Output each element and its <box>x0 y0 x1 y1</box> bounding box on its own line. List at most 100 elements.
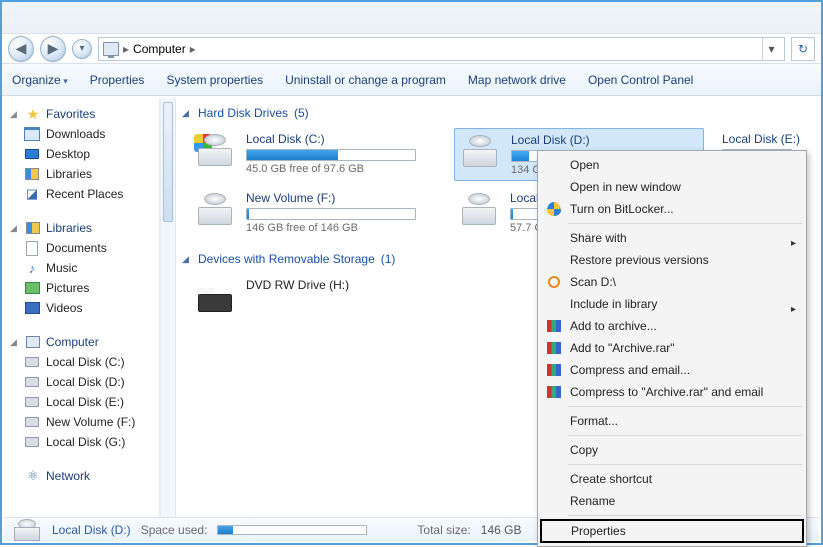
drive-name: DVD RW Drive (H:) <box>246 278 349 292</box>
computer-icon <box>25 334 41 350</box>
scan-icon <box>546 274 562 290</box>
libraries-icon <box>24 166 40 182</box>
refresh-button[interactable]: ↻ <box>791 37 815 61</box>
usage-bar <box>246 149 416 161</box>
drive-icon <box>24 434 40 450</box>
breadcrumb-dropdown[interactable]: ▾ <box>762 38 780 60</box>
chevron-icon: ▸ <box>123 42 129 56</box>
sidebar-scrollbar[interactable] <box>160 98 176 517</box>
drive-icon <box>194 191 236 225</box>
ctx-open-new-window[interactable]: Open in new window <box>540 176 804 198</box>
ctx-share-with[interactable]: Share with <box>540 227 804 249</box>
network-header[interactable]: ◢⚛Network <box>8 466 155 486</box>
context-menu: Open Open in new window Turn on BitLocke… <box>537 150 807 547</box>
toolbar-system-properties[interactable]: System properties <box>166 73 263 87</box>
back-button[interactable]: ◀ <box>8 36 34 62</box>
favorites-header[interactable]: ◢★Favorites <box>8 104 155 124</box>
drive-free-text: 45.0 GB free of 97.6 GB <box>246 163 416 175</box>
ctx-compress-email[interactable]: Compress and email... <box>540 359 804 381</box>
drive-free-text: 146 GB free of 146 GB <box>246 222 416 234</box>
drive-name: Local Disk (D:) <box>511 133 681 147</box>
ctx-include-library[interactable]: Include in library <box>540 293 804 315</box>
toolbar-control-panel[interactable]: Open Control Panel <box>588 73 693 87</box>
music-icon: ♪ <box>24 260 40 276</box>
ctx-properties[interactable]: Properties <box>540 519 804 543</box>
sidebar-item-desktop[interactable]: Desktop <box>8 144 155 164</box>
drive-icon <box>459 133 501 167</box>
forward-button[interactable]: ▶ <box>40 36 66 62</box>
archive-icon <box>546 318 562 334</box>
drive-icon <box>24 414 40 430</box>
sidebar-item-libraries[interactable]: Libraries <box>8 164 155 184</box>
drive-name: New Volume (F:) <box>246 191 416 205</box>
sidebar-item-pictures[interactable]: Pictures <box>8 278 155 298</box>
ctx-open[interactable]: Open <box>540 154 804 176</box>
archive-icon <box>546 384 562 400</box>
ctx-format[interactable]: Format... <box>540 410 804 432</box>
toolbar-properties[interactable]: Properties <box>90 73 145 87</box>
ctx-scan-d[interactable]: Scan D:\ <box>540 271 804 293</box>
breadcrumb-segment[interactable]: Computer <box>133 42 186 56</box>
libraries-icon <box>25 220 41 236</box>
breadcrumb[interactable]: ▸ Computer ▸ ▾ <box>98 37 785 61</box>
archive-icon <box>546 362 562 378</box>
ctx-compress-rar-email[interactable]: Compress to "Archive.rar" and email <box>540 381 804 403</box>
star-icon: ★ <box>25 106 41 122</box>
drive-c[interactable]: Local Disk (C:) 45.0 GB free of 97.6 GB <box>190 128 440 181</box>
separator <box>568 435 802 436</box>
sidebar-item-downloads[interactable]: Downloads <box>8 124 155 144</box>
network-icon: ⚛ <box>25 468 41 484</box>
toolbar: Organize Properties System properties Un… <box>2 64 821 96</box>
section-hard-disk-drives[interactable]: ◢ Hard Disk Drives (5) <box>176 102 819 124</box>
ctx-restore-versions[interactable]: Restore previous versions <box>540 249 804 271</box>
history-dropdown[interactable]: ▾ <box>72 39 92 59</box>
sidebar-item-drive-c[interactable]: Local Disk (C:) <box>8 352 155 372</box>
separator <box>568 406 802 407</box>
separator <box>568 515 802 516</box>
videos-icon <box>24 300 40 316</box>
ctx-rename[interactable]: Rename <box>540 490 804 512</box>
desktop-icon <box>24 146 40 162</box>
drive-icon <box>24 374 40 390</box>
sidebar-item-drive-e[interactable]: Local Disk (E:) <box>8 392 155 412</box>
organize-menu[interactable]: Organize <box>12 73 68 87</box>
libraries-header[interactable]: ◢Libraries <box>8 218 155 238</box>
archive-icon <box>546 340 562 356</box>
drive-name: Local Disk (C:) <box>246 132 416 146</box>
drive-icon <box>24 394 40 410</box>
usage-bar <box>246 208 416 220</box>
ctx-add-archive-rar[interactable]: Add to "Archive.rar" <box>540 337 804 359</box>
drive-icon <box>458 191 500 225</box>
drive-name: Local Disk (E:) <box>722 132 800 146</box>
sidebar-item-videos[interactable]: Videos <box>8 298 155 318</box>
toolbar-uninstall[interactable]: Uninstall or change a program <box>285 73 446 87</box>
recent-icon: ◪ <box>24 186 40 202</box>
sidebar-item-drive-d[interactable]: Local Disk (D:) <box>8 372 155 392</box>
sidebar-item-recent[interactable]: ◪Recent Places <box>8 184 155 204</box>
sidebar-item-drive-g[interactable]: Local Disk (G:) <box>8 432 155 452</box>
status-total-label: Total size: <box>417 523 470 537</box>
computer-header[interactable]: ◢Computer <box>8 332 155 352</box>
pictures-icon <box>24 280 40 296</box>
status-drive-name: Local Disk (D:) <box>52 523 131 537</box>
ctx-create-shortcut[interactable]: Create shortcut <box>540 468 804 490</box>
chevron-icon: ▸ <box>190 42 196 56</box>
drive-h-dvd[interactable]: DVD RW Drive (H:) <box>190 274 440 316</box>
ctx-bitlocker[interactable]: Turn on BitLocker... <box>540 198 804 220</box>
navigation-pane: ◢★Favorites Downloads Desktop Libraries … <box>4 98 160 517</box>
documents-icon <box>24 240 40 256</box>
drive-f[interactable]: New Volume (F:) 146 GB free of 146 GB <box>190 187 440 238</box>
status-space-used-label: Space used: <box>141 523 208 537</box>
sidebar-item-drive-f[interactable]: New Volume (F:) <box>8 412 155 432</box>
toolbar-map-drive[interactable]: Map network drive <box>468 73 566 87</box>
drive-icon <box>194 132 236 166</box>
ctx-add-archive[interactable]: Add to archive... <box>540 315 804 337</box>
window-titlebar <box>2 2 821 34</box>
status-total-value: 146 GB <box>481 523 522 537</box>
dvd-drive-icon <box>194 278 236 312</box>
downloads-icon <box>24 126 40 142</box>
sidebar-item-documents[interactable]: Documents <box>8 238 155 258</box>
ctx-copy[interactable]: Copy <box>540 439 804 461</box>
sidebar-item-music[interactable]: ♪Music <box>8 258 155 278</box>
status-usage-bar <box>217 525 367 535</box>
